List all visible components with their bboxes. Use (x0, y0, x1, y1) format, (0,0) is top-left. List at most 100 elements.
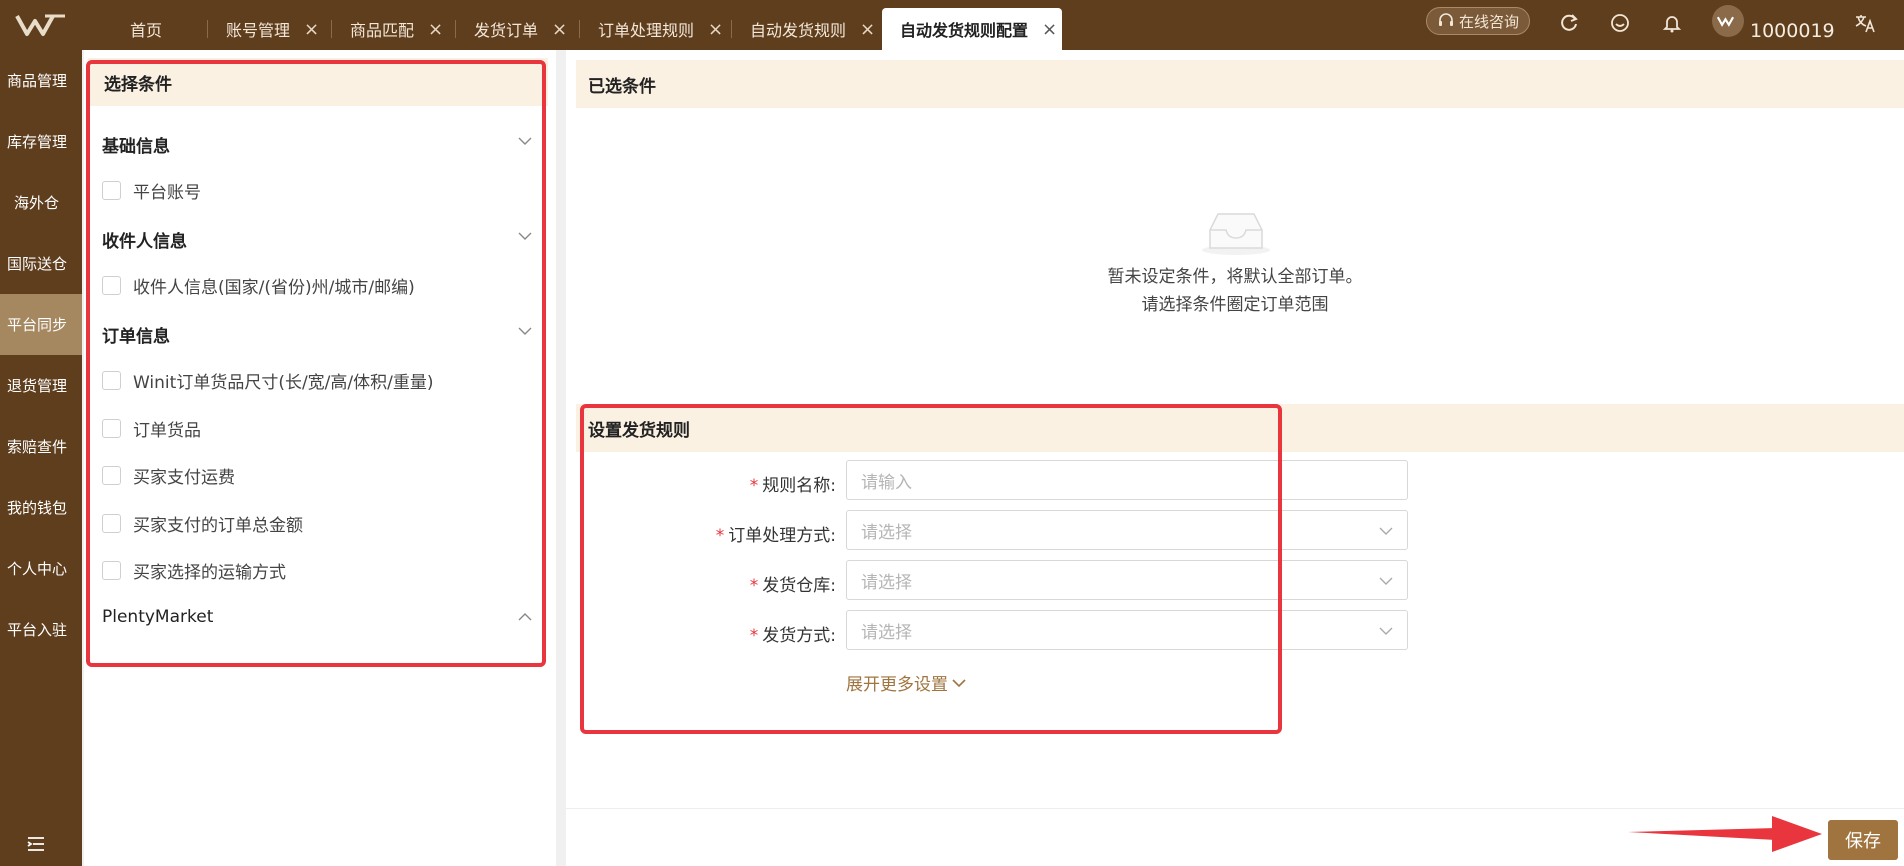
select-placeholder: 请选择 (861, 622, 912, 643)
group-title-order-info[interactable]: 订单信息 (102, 322, 170, 347)
sidebar-item-label: 平台入驻 (7, 621, 68, 639)
close-icon[interactable]: × (552, 19, 567, 40)
rule-name-input[interactable]: 请输入 (846, 460, 1408, 500)
sidebar-item-profile[interactable]: 个人中心 (0, 538, 82, 599)
expand-more-settings-link[interactable]: 展开更多设置 (846, 670, 966, 695)
condition-option[interactable]: 买家支付运费 (102, 463, 235, 488)
group-title-recipient-info[interactable]: 收件人信息 (102, 227, 187, 252)
smile-icon[interactable] (1607, 10, 1633, 36)
checkbox[interactable] (102, 371, 121, 390)
rule-form-title: 设置发货规则 (576, 404, 1904, 452)
sidebar-item-products[interactable]: 商品管理 (0, 50, 82, 111)
condition-option[interactable]: 平台账号 (102, 178, 201, 203)
sidebar-item-label: 个人中心 (7, 560, 68, 578)
empty-state-text: 暂未设定条件，将默认全部订单。 (1107, 267, 1363, 287)
checkbox[interactable] (102, 561, 121, 580)
condition-option-label: Winit订单货品尺寸(长/宽/高/体积/重量) (133, 373, 434, 393)
condition-option-label: 买家支付运费 (133, 468, 235, 488)
sidebar-item-international-delivery[interactable]: 国际送仓 (0, 233, 82, 294)
bell-icon[interactable] (1659, 10, 1685, 36)
checkbox[interactable] (102, 466, 121, 485)
close-icon[interactable]: × (428, 19, 443, 40)
group-title-basic-info[interactable]: 基础信息 (102, 132, 170, 157)
sidebar-item-wallet[interactable]: 我的钱包 (0, 477, 82, 538)
shipping-method-select[interactable]: 请选择 (846, 610, 1408, 650)
chevron-up-icon[interactable] (518, 610, 532, 624)
condition-option-label: 收件人信息(国家/(省份)州/城市/邮编) (133, 278, 415, 298)
user-id[interactable]: 1000019 (1750, 20, 1835, 42)
order-processing-select[interactable]: 请选择 (846, 510, 1408, 550)
sidebar-item-claims[interactable]: 索赔查件 (0, 416, 82, 477)
chevron-down-icon[interactable] (518, 324, 532, 338)
checkbox[interactable] (102, 514, 121, 533)
rule-name-label: * 规则名称: (749, 476, 836, 496)
select-placeholder: 请选择 (861, 572, 912, 593)
condition-panel: 选择条件 基础信息 平台账号 收件人信息 收件人信息(国家/(省份)州/城市/邮… (84, 50, 556, 866)
winit-logo-icon (15, 14, 65, 36)
tab-shipping-orders[interactable]: 发货订单 × (456, 8, 580, 50)
annotation-arrow (1628, 816, 1822, 852)
condition-option-label: 买家支付的订单总金额 (133, 516, 303, 536)
condition-option-label: 订单货品 (133, 421, 201, 441)
translate-icon[interactable] (1852, 10, 1878, 36)
winit-logo-icon (1717, 16, 1735, 27)
checkbox[interactable] (102, 181, 121, 200)
tab-label: 账号管理 (226, 21, 291, 40)
expand-label: 展开更多设置 (846, 675, 948, 695)
tab-home[interactable]: 首页 (112, 8, 208, 50)
sidebar-item-returns[interactable]: 退货管理 (0, 355, 82, 416)
chevron-down-icon (1379, 627, 1393, 635)
close-icon[interactable]: × (860, 19, 875, 40)
sidebar-item-platform-sync[interactable]: 平台同步 (0, 294, 82, 355)
chevron-down-icon (952, 678, 966, 687)
group-title-plentymarket[interactable]: PlentyMarket (102, 607, 213, 627)
menu-collapse-icon[interactable] (26, 834, 50, 858)
warehouse-label: * 发货仓库: (749, 576, 836, 596)
save-button[interactable]: 保存 (1828, 820, 1898, 860)
tab-account-management[interactable]: 账号管理 × (208, 8, 332, 50)
select-placeholder: 请选择 (861, 522, 912, 543)
online-consult-button[interactable]: 在线咨询 (1426, 7, 1530, 35)
checkbox[interactable] (102, 276, 121, 295)
sidebar-item-label: 退货管理 (7, 377, 68, 395)
condition-option[interactable]: 收件人信息(国家/(省份)州/城市/邮编) (102, 273, 415, 298)
tab-label: 商品匹配 (350, 21, 415, 40)
sidebar-item-label: 商品管理 (7, 72, 68, 90)
close-icon[interactable]: × (708, 19, 723, 40)
tab-label: 订单处理规则 (598, 21, 695, 40)
refresh-icon[interactable] (1556, 10, 1582, 36)
config-panel: 已选条件 暂未设定条件，将默认全部订单。 请选择条件圈定订单范围 设置发货规则 … (566, 50, 1904, 866)
sidebar-item-platform-onboarding[interactable]: 平台入驻 (0, 599, 82, 660)
footer-divider (566, 808, 1904, 809)
tab-product-matching[interactable]: 商品匹配 × (332, 8, 456, 50)
checkbox[interactable] (102, 419, 121, 438)
sidebar-item-inventory[interactable]: 库存管理 (0, 111, 82, 172)
tab-label: 自动发货规则 (750, 21, 847, 40)
close-icon[interactable]: × (1042, 19, 1057, 40)
warehouse-select[interactable]: 请选择 (846, 560, 1408, 600)
chevron-down-icon (1379, 527, 1393, 535)
tab-auto-shipping-rule-config[interactable]: 自动发货规则配置 × (882, 8, 1062, 50)
consult-label: 在线咨询 (1458, 12, 1519, 31)
avatar[interactable] (1712, 5, 1744, 37)
close-icon[interactable]: × (304, 19, 319, 40)
tab-auto-shipping-rules[interactable]: 自动发货规则 × (732, 8, 882, 50)
empty-inbox-icon (1202, 213, 1270, 255)
tab-order-processing-rules[interactable]: 订单处理规则 × (580, 8, 732, 50)
sidebar-item-label: 库存管理 (7, 133, 68, 151)
chevron-down-icon[interactable] (518, 229, 532, 243)
sidebar-item-label: 我的钱包 (7, 499, 68, 517)
chevron-down-icon[interactable] (518, 134, 532, 148)
tab-label: 首页 (130, 21, 163, 40)
condition-option[interactable]: 订单货品 (102, 416, 201, 441)
chevron-down-icon (1379, 577, 1393, 585)
sidebar-item-overseas-warehouse[interactable]: 海外仓 (0, 172, 82, 233)
condition-option[interactable]: 买家选择的运输方式 (102, 558, 286, 583)
condition-option[interactable]: 买家支付的订单总金额 (102, 511, 303, 536)
order-processing-label: * 订单处理方式: (715, 526, 836, 546)
headset-icon (1438, 13, 1453, 26)
condition-panel-title: 选择条件 (88, 58, 548, 106)
condition-option[interactable]: Winit订单货品尺寸(长/宽/高/体积/重量) (102, 368, 434, 393)
condition-option-label: 平台账号 (133, 183, 201, 203)
logo[interactable] (0, 0, 82, 50)
